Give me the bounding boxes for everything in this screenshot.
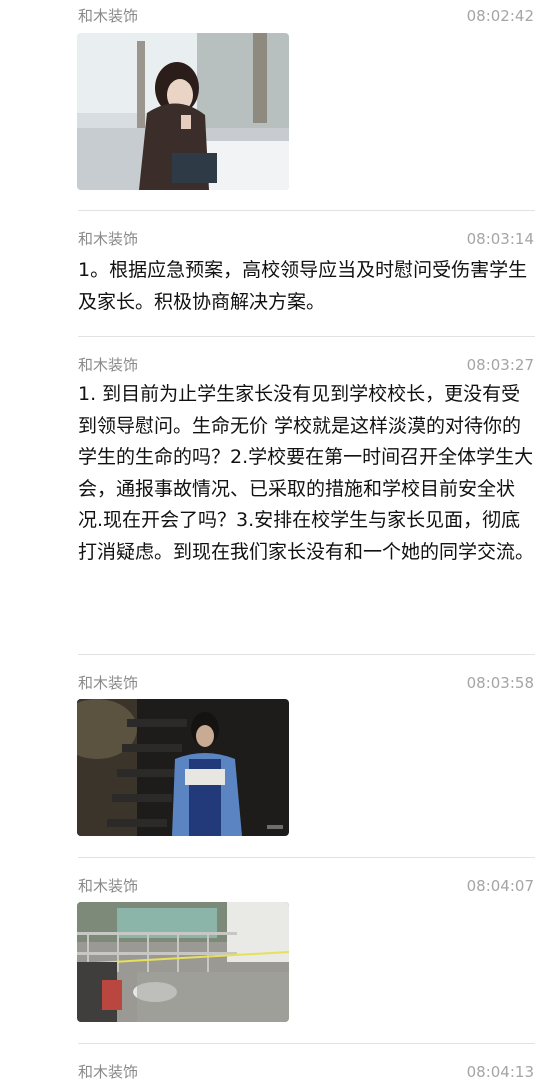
divider: [78, 1043, 535, 1044]
sender-name: 和木装饰: [78, 674, 139, 692]
message-text[interactable]: 1. 到目前为止学生家长没有见到学校校长，更没有受到领导慰问。生命无价 学校就是…: [78, 379, 538, 568]
photo-railing-with-police-tape-icon: [77, 902, 289, 1022]
photo-woman-sitting-with-phone-icon: [77, 33, 289, 190]
sender-name: 和木装饰: [78, 1063, 139, 1081]
divider: [78, 654, 535, 655]
divider: [78, 857, 535, 858]
message-time: 08:04:07: [466, 877, 534, 895]
message-time: 08:03:14: [466, 230, 534, 248]
sender-name: 和木装饰: [78, 877, 139, 895]
message-text[interactable]: 1。根据应急预案，高校领导应当及时慰问受伤害学生及家长。积极协商解决方案。: [78, 255, 538, 318]
sender-name: 和木装饰: [78, 230, 139, 248]
image-thumbnail[interactable]: [77, 33, 289, 190]
message-time: 08:02:42: [466, 7, 534, 25]
sender-name: 和木装饰: [78, 7, 139, 25]
image-thumbnail[interactable]: [77, 902, 289, 1022]
image-thumbnail[interactable]: [77, 699, 289, 836]
message-time: 08:04:13: [466, 1063, 534, 1081]
message-time: 08:03:27: [466, 356, 534, 374]
divider: [78, 210, 535, 211]
divider: [78, 336, 535, 337]
photo-girl-on-dark-stairs-icon: [77, 699, 289, 836]
message-time: 08:03:58: [466, 674, 534, 692]
sender-name: 和木装饰: [78, 356, 139, 374]
